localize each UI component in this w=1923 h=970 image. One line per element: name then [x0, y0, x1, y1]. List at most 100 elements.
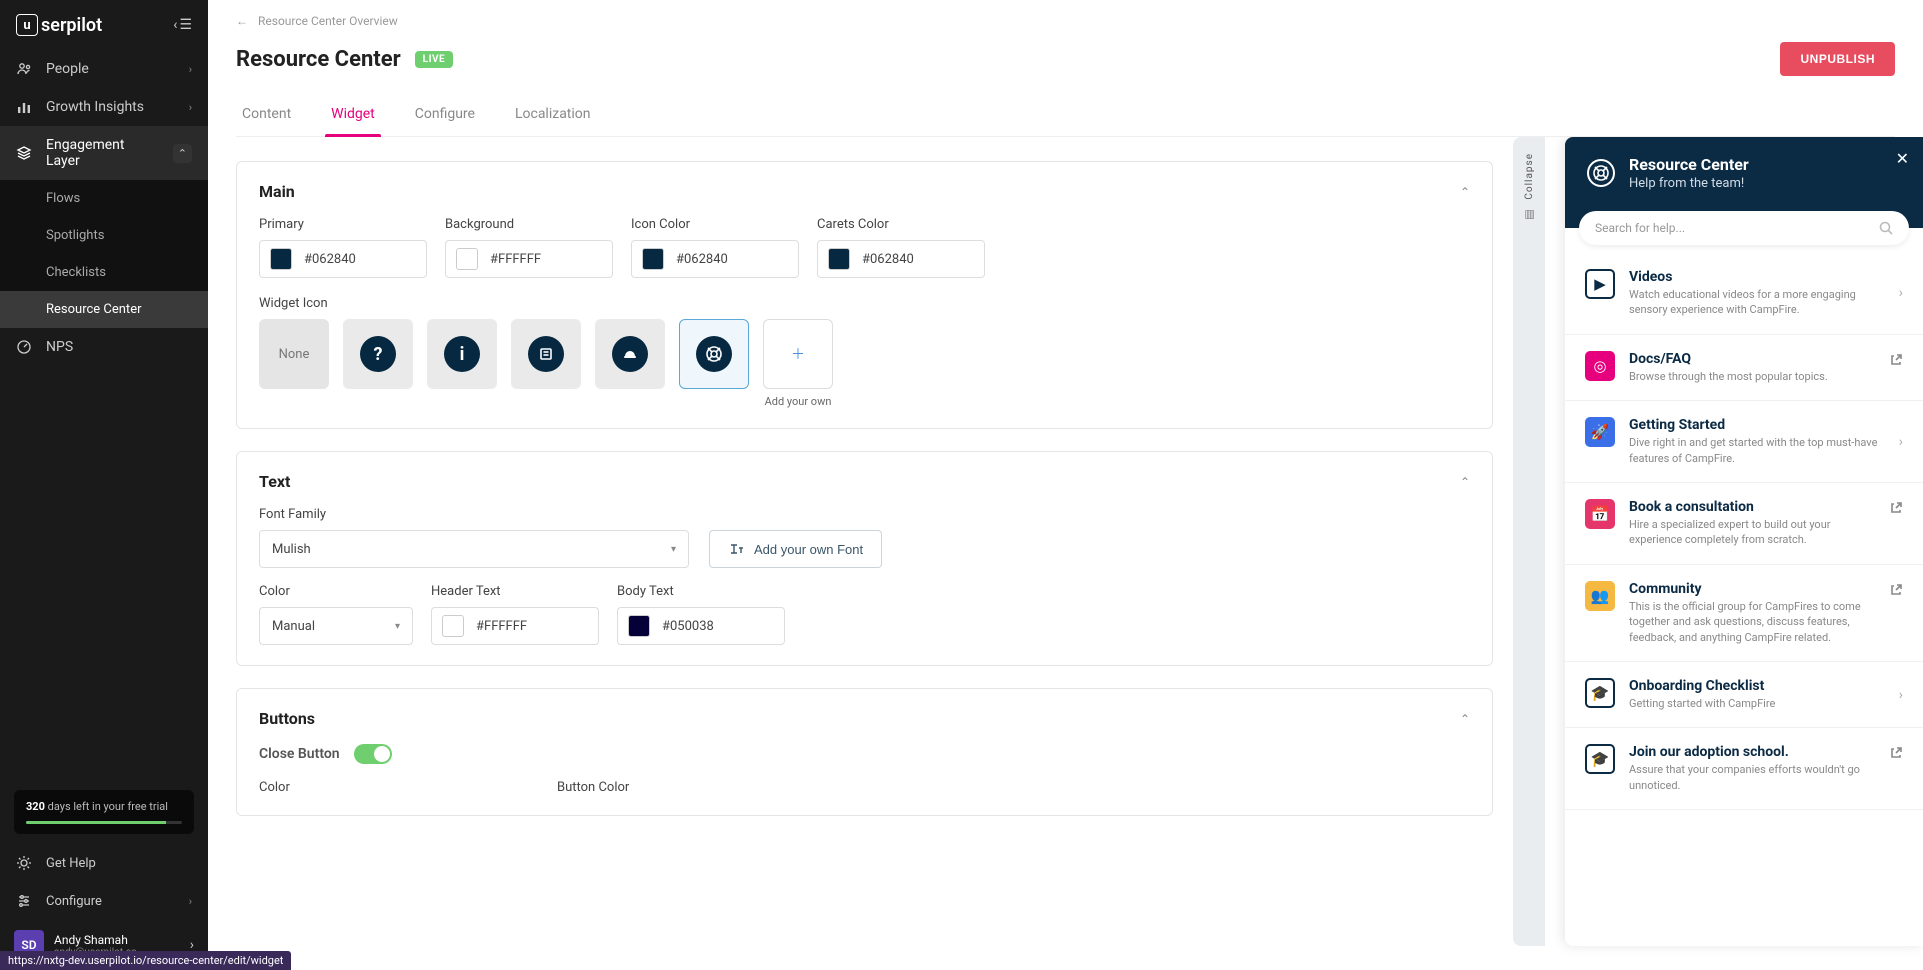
nav-people[interactable]: People › [0, 50, 208, 88]
external-link-icon [1889, 501, 1903, 515]
main-card-title: Main [259, 182, 295, 201]
icon-option-question[interactable]: ? [343, 319, 413, 389]
add-font-button[interactable]: Add your own Font [709, 530, 882, 568]
preview-item-icon: 📅 [1585, 499, 1615, 529]
page-title: Resource Center [236, 47, 401, 72]
body-text-color-input[interactable]: #050038 [617, 607, 785, 645]
icon-option-book[interactable] [511, 319, 581, 389]
close-icon[interactable]: ✕ [1896, 149, 1909, 168]
search-icon [1879, 221, 1893, 235]
hamburger-icon: ☰ [179, 17, 192, 33]
nav-growth[interactable]: Growth Insights › [0, 88, 208, 126]
preview-item[interactable]: 📅 Book a consultation Hire a specialized e… [1565, 483, 1923, 565]
collapse-preview-rail[interactable]: Collapse [1513, 137, 1545, 946]
preview-item-icon: 🎓 [1585, 744, 1615, 774]
main-card: Main ⌃ Primary #062840 Background [236, 161, 1493, 429]
preview-item-icon: ◎ [1585, 351, 1615, 381]
icon-option-none[interactable]: None [259, 319, 329, 389]
chevron-right-icon: › [1899, 285, 1903, 301]
chevron-right-icon: › [1899, 434, 1903, 450]
people-icon [16, 61, 32, 77]
preview-item-title: Videos [1629, 269, 1885, 285]
close-button-toggle[interactable] [354, 744, 392, 764]
preview-item[interactable]: ▶VideosWatch educational videos for a mo… [1565, 253, 1923, 335]
background-color-input[interactable]: #FFFFFF [445, 240, 613, 278]
preview-panel: ✕ Resource Center Help from the team! Se… [1565, 137, 1923, 946]
tab-widget[interactable]: Widget [325, 96, 381, 136]
external-link-icon [1889, 583, 1903, 597]
preview-item-title: Join our adoption school. [1629, 744, 1875, 760]
color-swatch [456, 248, 478, 270]
sidebar-toggle[interactable]: ‹ ☰ [173, 17, 192, 33]
tab-localization[interactable]: Localization [509, 96, 597, 136]
search-input[interactable]: Search for help... [1579, 211, 1909, 245]
icon-option-lifebuoy[interactable] [679, 319, 749, 389]
arrow-left-icon: ← [236, 14, 248, 28]
preview-item[interactable]: 🎓Onboarding ChecklistGetting started wit… [1565, 662, 1923, 728]
plus-icon: ＋ [791, 344, 805, 364]
nav-get-help[interactable]: Get Help [0, 844, 208, 882]
color-swatch [828, 248, 850, 270]
icon-option-info[interactable]: i [427, 319, 497, 389]
icon-option-hardhat[interactable] [595, 319, 665, 389]
logo[interactable]: userpilot [16, 14, 102, 36]
preview-item-title: Getting Started [1629, 417, 1885, 433]
preview-item[interactable]: 🎓Join our adoption school.Assure that yo… [1565, 728, 1923, 810]
chevron-right-icon: › [1899, 687, 1903, 703]
type-icon [728, 541, 744, 557]
nav-engagement[interactable]: Engagement Layer ⌃ [0, 126, 208, 180]
hardhat-icon [612, 336, 648, 372]
preview-item-icon: 🚀 [1585, 417, 1615, 447]
preview-item[interactable]: 👥CommunityThis is the official group for… [1565, 565, 1923, 662]
gauge-icon [16, 339, 32, 355]
collapse-icon[interactable]: ⌃ [1460, 712, 1470, 726]
preview-item-icon: 🎓 [1585, 678, 1615, 708]
external-link-icon [1889, 746, 1903, 760]
primary-color-input[interactable]: #062840 [259, 240, 427, 278]
lifebuoy-icon [1587, 159, 1615, 187]
chevron-left-icon: ‹ [173, 17, 177, 33]
preview-item-desc: Hire a specialized expert to build out y… [1629, 517, 1875, 548]
preview-item-desc: Getting started with CampFire [1629, 696, 1885, 711]
tab-configure[interactable]: Configure [409, 96, 481, 136]
icon-option-add[interactable]: ＋ [763, 319, 833, 389]
text-color-select[interactable]: Manual ▾ [259, 607, 413, 645]
preview-item-title: Docs/FAQ [1629, 351, 1875, 367]
carets-color-input[interactable]: #062840 [817, 240, 985, 278]
preview-item[interactable]: ◎ Docs/FAQ Browse through the most popular… [1565, 335, 1923, 401]
font-family-select[interactable]: Mulish ▾ [259, 530, 689, 568]
buttons-card: Buttons ⌃ Close Button Color Button Colo… [236, 688, 1493, 816]
nav-resource-center[interactable]: Resource Center [0, 291, 208, 328]
gear-icon [16, 855, 32, 871]
nav-nps[interactable]: NPS [0, 328, 208, 366]
preview-title: Resource Center [1629, 155, 1749, 174]
nav-checklists[interactable]: Checklists [0, 254, 208, 291]
color-swatch [270, 248, 292, 270]
nav-flows[interactable]: Flows [0, 180, 208, 217]
chart-icon [16, 99, 32, 115]
status-badge: LIVE [415, 51, 454, 68]
preview-item-desc: Browse through the most popular topics. [1629, 369, 1875, 384]
tab-content[interactable]: Content [236, 96, 297, 136]
header-text-color-input[interactable]: #FFFFFF [431, 607, 599, 645]
nav-configure[interactable]: Configure › [0, 882, 208, 920]
collapse-icon[interactable]: ⌃ [1460, 475, 1470, 489]
chevron-down-icon: ▾ [671, 544, 676, 555]
user-name: Andy Shamah [54, 933, 180, 947]
chevron-right-icon: › [189, 63, 192, 76]
logo-mark: u [16, 14, 38, 36]
external-link-icon [1889, 353, 1903, 367]
nav-spotlights[interactable]: Spotlights [0, 217, 208, 254]
breadcrumb[interactable]: ← Resource Center Overview [236, 14, 1895, 28]
collapse-icon[interactable]: ⌃ [1460, 185, 1470, 199]
preview-subtitle: Help from the team! [1629, 176, 1749, 191]
preview-item[interactable]: 🚀Getting StartedDive right in and get st… [1565, 401, 1923, 483]
color-swatch [642, 248, 664, 270]
preview-item-title: Book a consultation [1629, 499, 1875, 515]
chevron-down-icon: ▾ [395, 621, 400, 632]
preview-item-icon: 👥 [1585, 581, 1615, 611]
unpublish-button[interactable]: UNPUBLISH [1780, 42, 1895, 76]
icon-color-input[interactable]: #062840 [631, 240, 799, 278]
lifebuoy-icon [696, 336, 732, 372]
sliders-icon [16, 893, 32, 909]
